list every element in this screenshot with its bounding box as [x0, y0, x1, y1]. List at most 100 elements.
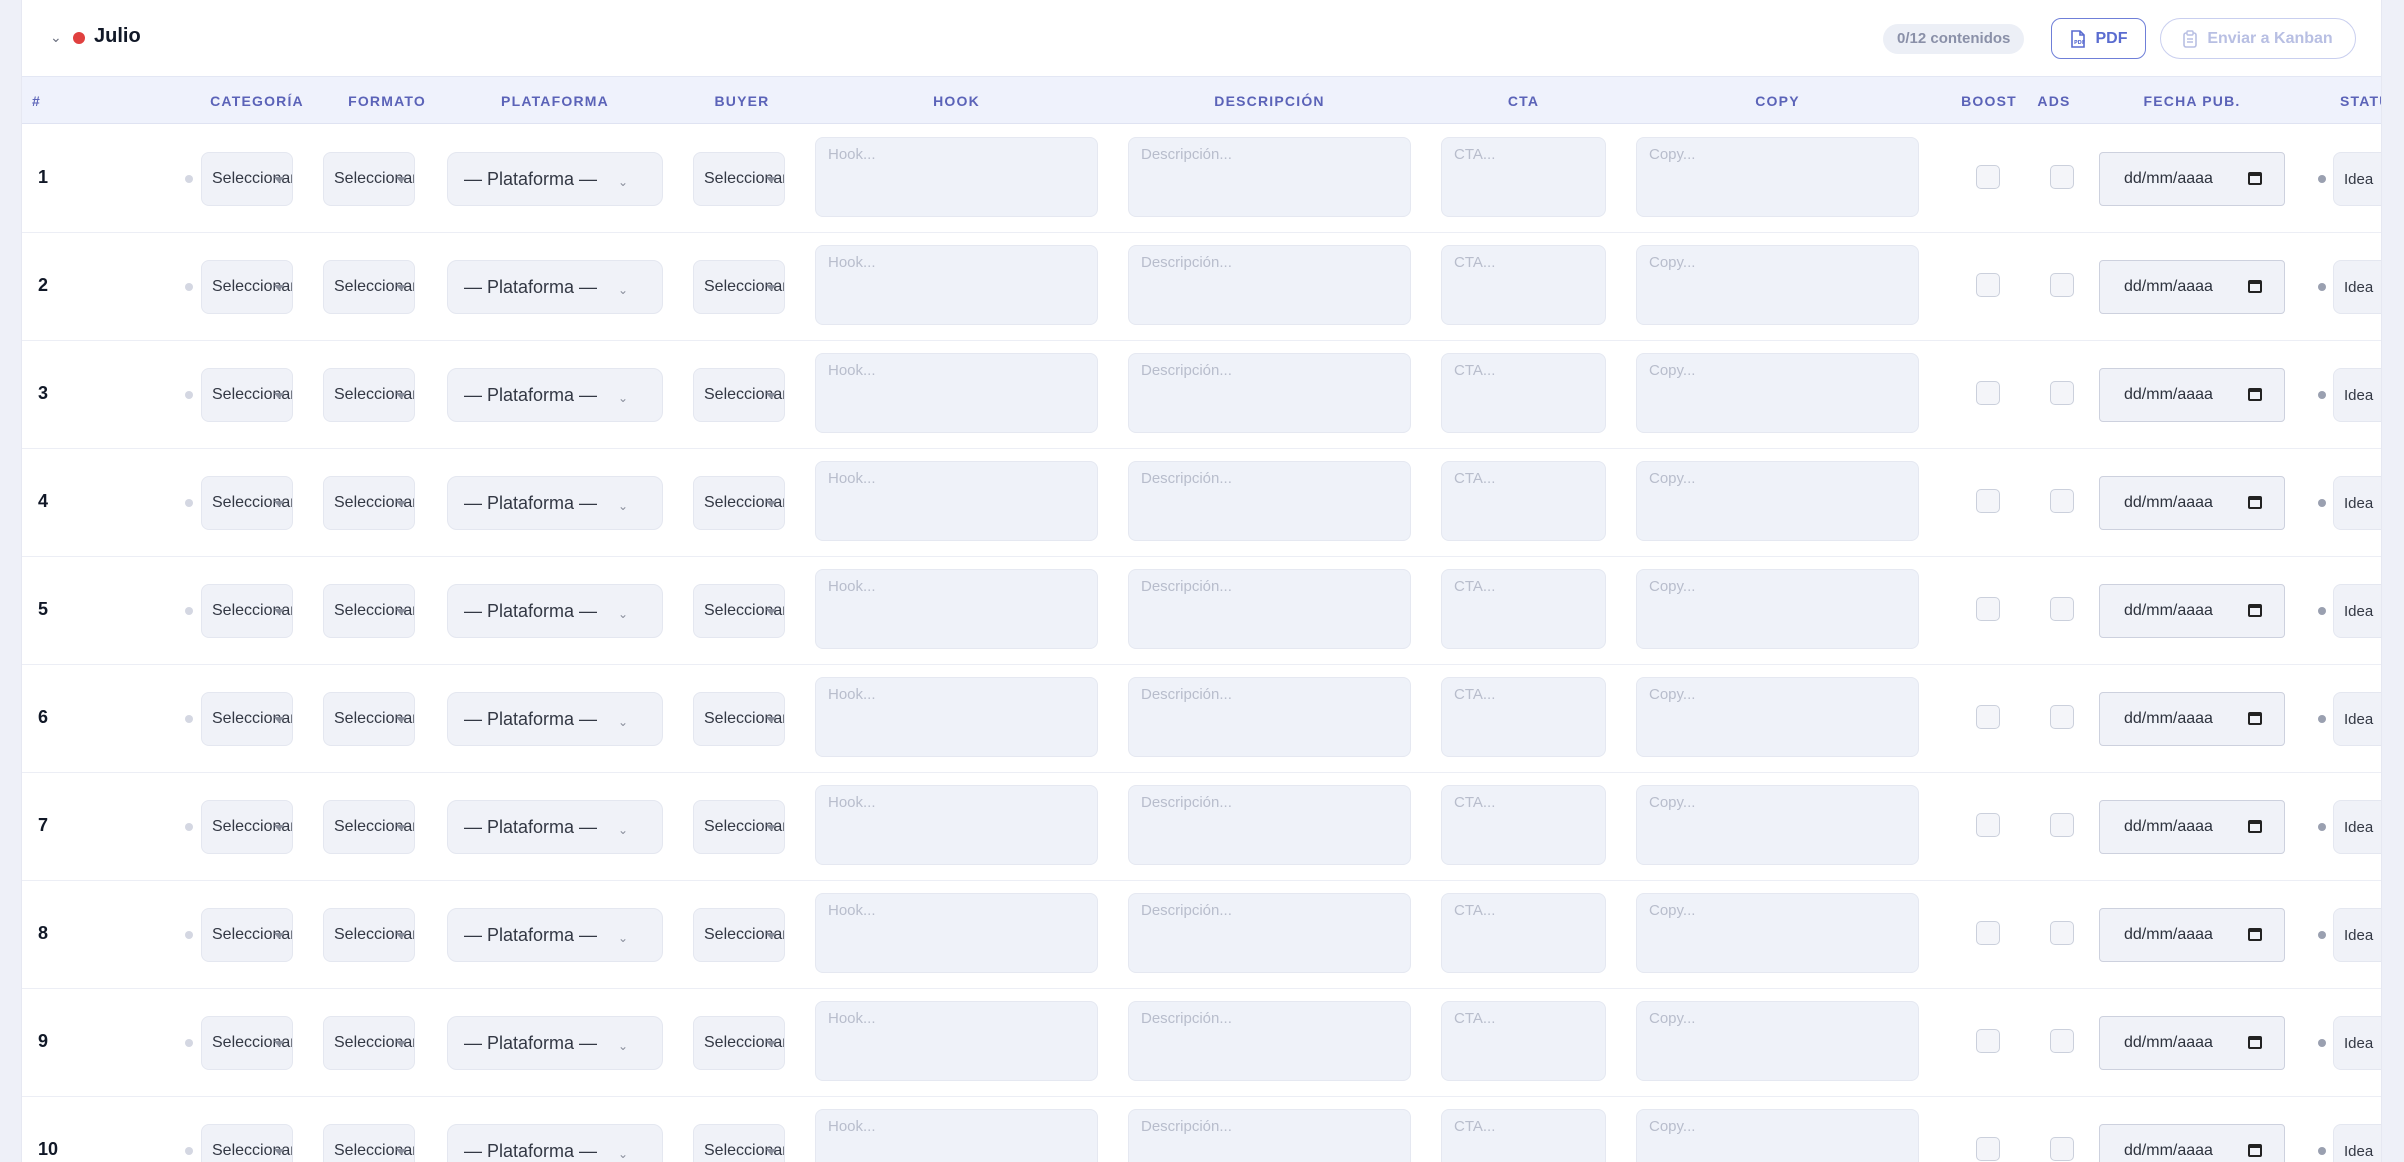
descripcion-textarea[interactable]: Descripción...: [1128, 893, 1411, 973]
hook-textarea[interactable]: Hook...: [815, 461, 1098, 541]
formato-select[interactable]: Seleccionar: [323, 1124, 415, 1162]
categoria-select[interactable]: Seleccionar: [201, 1124, 293, 1162]
hook-textarea[interactable]: Hook...: [815, 245, 1098, 325]
descripcion-textarea[interactable]: Descripción...: [1128, 677, 1411, 757]
boost-checkbox[interactable]: [1976, 813, 2000, 837]
fecha-pub-input[interactable]: dd/mm/aaaa: [2099, 368, 2285, 422]
plataforma-select[interactable]: — Plataforma — ⌄: [447, 368, 663, 422]
copy-textarea[interactable]: Copy...: [1636, 461, 1919, 541]
send-to-kanban-button[interactable]: Enviar a Kanban: [2160, 18, 2356, 59]
descripcion-textarea[interactable]: Descripción...: [1128, 461, 1411, 541]
cta-textarea[interactable]: CTA...: [1441, 461, 1606, 541]
status-select[interactable]: Idea: [2333, 1016, 2381, 1070]
buyer-select[interactable]: Seleccionar: [693, 476, 785, 530]
status-select[interactable]: Idea: [2333, 584, 2381, 638]
fecha-pub-input[interactable]: dd/mm/aaaa: [2099, 1016, 2285, 1070]
status-select[interactable]: Idea: [2333, 1124, 2381, 1162]
buyer-select[interactable]: Seleccionar: [693, 368, 785, 422]
boost-checkbox[interactable]: [1976, 381, 2000, 405]
plataforma-select[interactable]: — Plataforma — ⌄: [447, 1124, 663, 1162]
formato-select[interactable]: Seleccionar: [323, 800, 415, 854]
buyer-select[interactable]: Seleccionar: [693, 908, 785, 962]
status-select[interactable]: Idea: [2333, 692, 2381, 746]
calendar-icon[interactable]: [2248, 496, 2262, 509]
formato-select[interactable]: Seleccionar: [323, 1016, 415, 1070]
cta-textarea[interactable]: CTA...: [1441, 353, 1606, 433]
categoria-select[interactable]: Seleccionar: [201, 584, 293, 638]
hook-textarea[interactable]: Hook...: [815, 677, 1098, 757]
buyer-select[interactable]: Seleccionar: [693, 692, 785, 746]
hook-textarea[interactable]: Hook...: [815, 1109, 1098, 1162]
ads-checkbox[interactable]: [2050, 813, 2074, 837]
plataforma-select[interactable]: — Plataforma — ⌄: [447, 800, 663, 854]
hook-textarea[interactable]: Hook...: [815, 569, 1098, 649]
copy-textarea[interactable]: Copy...: [1636, 893, 1919, 973]
descripcion-textarea[interactable]: Descripción...: [1128, 569, 1411, 649]
status-select[interactable]: Idea: [2333, 800, 2381, 854]
plataforma-select[interactable]: — Plataforma — ⌄: [447, 476, 663, 530]
calendar-icon[interactable]: [2248, 388, 2262, 401]
status-select[interactable]: Idea: [2333, 476, 2381, 530]
pdf-button[interactable]: PDF PDF: [2051, 18, 2146, 59]
categoria-select[interactable]: Seleccionar: [201, 800, 293, 854]
calendar-icon[interactable]: [2248, 1144, 2262, 1157]
ads-checkbox[interactable]: [2050, 921, 2074, 945]
ads-checkbox[interactable]: [2050, 705, 2074, 729]
calendar-icon[interactable]: [2248, 280, 2262, 293]
copy-textarea[interactable]: Copy...: [1636, 569, 1919, 649]
boost-checkbox[interactable]: [1976, 705, 2000, 729]
formato-select[interactable]: Seleccionar: [323, 476, 415, 530]
buyer-select[interactable]: Seleccionar: [693, 584, 785, 638]
buyer-select[interactable]: Seleccionar: [693, 152, 785, 206]
categoria-select[interactable]: Seleccionar: [201, 368, 293, 422]
descripcion-textarea[interactable]: Descripción...: [1128, 1109, 1411, 1162]
ads-checkbox[interactable]: [2050, 165, 2074, 189]
formato-select[interactable]: Seleccionar: [323, 260, 415, 314]
plataforma-select[interactable]: — Plataforma — ⌄: [447, 908, 663, 962]
categoria-select[interactable]: Seleccionar: [201, 476, 293, 530]
buyer-select[interactable]: Seleccionar: [693, 260, 785, 314]
ads-checkbox[interactable]: [2050, 273, 2074, 297]
hook-textarea[interactable]: Hook...: [815, 893, 1098, 973]
plataforma-select[interactable]: — Plataforma — ⌄: [447, 260, 663, 314]
copy-textarea[interactable]: Copy...: [1636, 1109, 1919, 1162]
ads-checkbox[interactable]: [2050, 1137, 2074, 1161]
plataforma-select[interactable]: — Plataforma — ⌄: [447, 152, 663, 206]
cta-textarea[interactable]: CTA...: [1441, 785, 1606, 865]
formato-select[interactable]: Seleccionar: [323, 584, 415, 638]
descripcion-textarea[interactable]: Descripción...: [1128, 137, 1411, 217]
descripcion-textarea[interactable]: Descripción...: [1128, 785, 1411, 865]
formato-select[interactable]: Seleccionar: [323, 152, 415, 206]
status-select[interactable]: Idea: [2333, 908, 2381, 962]
ads-checkbox[interactable]: [2050, 597, 2074, 621]
ads-checkbox[interactable]: [2050, 1029, 2074, 1053]
calendar-icon[interactable]: [2248, 712, 2262, 725]
formato-select[interactable]: Seleccionar: [323, 368, 415, 422]
hook-textarea[interactable]: Hook...: [815, 785, 1098, 865]
descripcion-textarea[interactable]: Descripción...: [1128, 245, 1411, 325]
cta-textarea[interactable]: CTA...: [1441, 1109, 1606, 1162]
descripcion-textarea[interactable]: Descripción...: [1128, 1001, 1411, 1081]
fecha-pub-input[interactable]: dd/mm/aaaa: [2099, 584, 2285, 638]
calendar-icon[interactable]: [2248, 1036, 2262, 1049]
formato-select[interactable]: Seleccionar: [323, 692, 415, 746]
status-select[interactable]: Idea: [2333, 368, 2381, 422]
fecha-pub-input[interactable]: dd/mm/aaaa: [2099, 908, 2285, 962]
ads-checkbox[interactable]: [2050, 489, 2074, 513]
boost-checkbox[interactable]: [1976, 921, 2000, 945]
calendar-icon[interactable]: [2248, 604, 2262, 617]
copy-textarea[interactable]: Copy...: [1636, 353, 1919, 433]
cta-textarea[interactable]: CTA...: [1441, 137, 1606, 217]
copy-textarea[interactable]: Copy...: [1636, 137, 1919, 217]
categoria-select[interactable]: Seleccionar: [201, 908, 293, 962]
plataforma-select[interactable]: — Plataforma — ⌄: [447, 692, 663, 746]
categoria-select[interactable]: Seleccionar: [201, 260, 293, 314]
boost-checkbox[interactable]: [1976, 273, 2000, 297]
buyer-select[interactable]: Seleccionar: [693, 1016, 785, 1070]
copy-textarea[interactable]: Copy...: [1636, 245, 1919, 325]
status-select[interactable]: Idea: [2333, 260, 2381, 314]
calendar-icon[interactable]: [2248, 172, 2262, 185]
hook-textarea[interactable]: Hook...: [815, 1001, 1098, 1081]
categoria-select[interactable]: Seleccionar: [201, 1016, 293, 1070]
status-select[interactable]: Idea: [2333, 152, 2381, 206]
